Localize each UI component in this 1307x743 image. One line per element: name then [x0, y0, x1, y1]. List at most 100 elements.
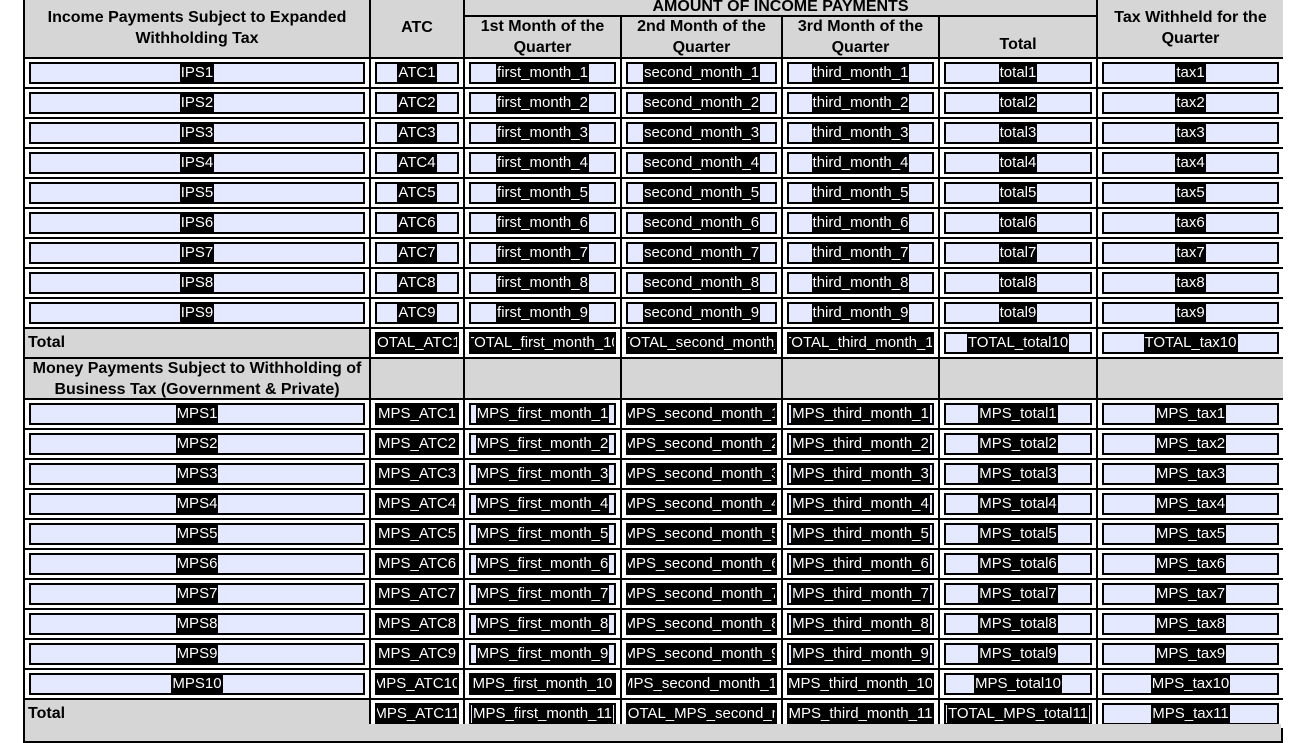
mps-row-4-third-month-field[interactable]: MPS_third_month_4 — [787, 493, 934, 515]
ips-row-6-tax-field[interactable]: tax6 — [1102, 212, 1279, 234]
ips-row-6-total-field[interactable]: total6 — [944, 212, 1092, 234]
ips-total-atc-field[interactable]: TOTAL_ATC1( — [375, 332, 459, 354]
ips-total-first-month-field[interactable]: TOTAL_first_month_10 — [469, 332, 616, 354]
ips-row-6-second-month-field[interactable]: second_month_6 — [626, 212, 777, 234]
mps-total-third-month-field[interactable]: MPS_third_month_11 — [787, 703, 934, 725]
mps-row-3-tax-field[interactable]: MPS_tax3 — [1102, 463, 1279, 485]
mps-row-10-first-month-field[interactable]: MPS_first_month_10 — [469, 673, 616, 695]
mps-row-5-tax-field[interactable]: MPS_tax5 — [1102, 523, 1279, 545]
mps-row-9-total-field[interactable]: MPS_total9 — [944, 643, 1092, 665]
mps-row-10-atc-field[interactable]: MPS_ATC10 — [375, 673, 459, 695]
mps-row-5-second-month-field[interactable]: MPS_second_month_5 — [626, 523, 777, 545]
ips-row-6-third-month-field[interactable]: third_month_6 — [787, 212, 934, 234]
ips-row-1-third-month-field[interactable]: third_month_1 — [787, 62, 934, 84]
mps-row-4-total-field[interactable]: MPS_total4 — [944, 493, 1092, 515]
ips-row-8-ips-field[interactable]: IPS8 — [29, 272, 365, 294]
mps-row-5-third-month-field[interactable]: MPS_third_month_5 — [787, 523, 934, 545]
ips-row-9-second-month-field[interactable]: second_month_9 — [626, 302, 777, 324]
ips-row-9-total-field[interactable]: total9 — [944, 302, 1092, 324]
ips-row-9-first-month-field[interactable]: first_month_9 — [469, 302, 616, 324]
mps-row-9-second-month-field[interactable]: MPS_second_month_9 — [626, 643, 777, 665]
ips-total-total-field[interactable]: TOTAL_total10 — [944, 332, 1092, 354]
ips-row-7-atc-field[interactable]: ATC7 — [375, 242, 459, 264]
mps-row-3-second-month-field[interactable]: MPS_second_month_3 — [626, 463, 777, 485]
ips-row-3-second-month-field[interactable]: second_month_3 — [626, 122, 777, 144]
mps-row-2-atc-field[interactable]: MPS_ATC2 — [375, 433, 459, 455]
mps-row-1-tax-field[interactable]: MPS_tax1 — [1102, 403, 1279, 425]
ips-row-5-atc-field[interactable]: ATC5 — [375, 182, 459, 204]
mps-row-9-atc-field[interactable]: MPS_ATC9 — [375, 643, 459, 665]
mps-total-first-month-field[interactable]: MPS_first_month_11 — [469, 703, 616, 725]
ips-row-3-ips-field[interactable]: IPS3 — [29, 122, 365, 144]
ips-row-3-atc-field[interactable]: ATC3 — [375, 122, 459, 144]
mps-row-6-second-month-field[interactable]: MPS_second_month_6 — [626, 553, 777, 575]
ips-row-3-first-month-field[interactable]: first_month_3 — [469, 122, 616, 144]
mps-row-9-ips-field[interactable]: MPS9 — [29, 643, 365, 665]
ips-row-6-ips-field[interactable]: IPS6 — [29, 212, 365, 234]
ips-row-4-total-field[interactable]: total4 — [944, 152, 1092, 174]
mps-row-4-first-month-field[interactable]: MPS_first_month_4 — [469, 493, 616, 515]
mps-row-1-total-field[interactable]: MPS_total1 — [944, 403, 1092, 425]
ips-row-5-tax-field[interactable]: tax5 — [1102, 182, 1279, 204]
ips-row-4-second-month-field[interactable]: second_month_4 — [626, 152, 777, 174]
ips-row-3-tax-field[interactable]: tax3 — [1102, 122, 1279, 144]
ips-row-3-third-month-field[interactable]: third_month_3 — [787, 122, 934, 144]
ips-row-1-first-month-field[interactable]: first_month_1 — [469, 62, 616, 84]
ips-row-9-third-month-field[interactable]: third_month_9 — [787, 302, 934, 324]
ips-total-tax-field[interactable]: TOTAL_tax10 — [1102, 332, 1279, 354]
mps-row-10-ips-field[interactable]: MPS10 — [29, 673, 365, 695]
mps-row-6-first-month-field[interactable]: MPS_first_month_6 — [469, 553, 616, 575]
mps-row-2-ips-field[interactable]: MPS2 — [29, 433, 365, 455]
ips-row-6-atc-field[interactable]: ATC6 — [375, 212, 459, 234]
ips-row-5-second-month-field[interactable]: second_month_5 — [626, 182, 777, 204]
ips-row-7-total-field[interactable]: total7 — [944, 242, 1092, 264]
ips-row-8-tax-field[interactable]: tax8 — [1102, 272, 1279, 294]
ips-total-second-month-field[interactable]: TOTAL_second_month_ — [626, 332, 777, 354]
ips-row-2-second-month-field[interactable]: second_month_2 — [626, 92, 777, 114]
ips-row-7-ips-field[interactable]: IPS7 — [29, 242, 365, 264]
ips-row-1-second-month-field[interactable]: second_month_1 — [626, 62, 777, 84]
mps-row-5-total-field[interactable]: MPS_total5 — [944, 523, 1092, 545]
ips-row-5-third-month-field[interactable]: third_month_5 — [787, 182, 934, 204]
ips-row-5-ips-field[interactable]: IPS5 — [29, 182, 365, 204]
mps-row-3-first-month-field[interactable]: MPS_first_month_3 — [469, 463, 616, 485]
mps-row-10-third-month-field[interactable]: MPS_third_month_10 — [787, 673, 934, 695]
ips-row-7-second-month-field[interactable]: second_month_7 — [626, 242, 777, 264]
ips-row-1-atc-field[interactable]: ATC1 — [375, 62, 459, 84]
mps-row-2-tax-field[interactable]: MPS_tax2 — [1102, 433, 1279, 455]
mps-row-7-tax-field[interactable]: MPS_tax7 — [1102, 583, 1279, 605]
mps-row-9-third-month-field[interactable]: MPS_third_month_9 — [787, 643, 934, 665]
mps-row-2-second-month-field[interactable]: MPS_second_month_2 — [626, 433, 777, 455]
mps-row-2-total-field[interactable]: MPS_total2 — [944, 433, 1092, 455]
ips-row-8-first-month-field[interactable]: first_month_8 — [469, 272, 616, 294]
mps-row-7-ips-field[interactable]: MPS7 — [29, 583, 365, 605]
ips-row-6-first-month-field[interactable]: first_month_6 — [469, 212, 616, 234]
mps-row-5-first-month-field[interactable]: MPS_first_month_5 — [469, 523, 616, 545]
mps-row-5-atc-field[interactable]: MPS_ATC5 — [375, 523, 459, 545]
mps-row-10-tax-field[interactable]: MPS_tax10 — [1102, 673, 1279, 695]
mps-row-8-third-month-field[interactable]: MPS_third_month_8 — [787, 613, 934, 635]
mps-row-3-total-field[interactable]: MPS_total3 — [944, 463, 1092, 485]
ips-row-7-tax-field[interactable]: tax7 — [1102, 242, 1279, 264]
mps-row-7-atc-field[interactable]: MPS_ATC7 — [375, 583, 459, 605]
mps-row-2-third-month-field[interactable]: MPS_third_month_2 — [787, 433, 934, 455]
mps-row-4-tax-field[interactable]: MPS_tax4 — [1102, 493, 1279, 515]
mps-total-second-month-field[interactable]: TOTAL_MPS_second_m — [626, 703, 777, 725]
mps-row-6-ips-field[interactable]: MPS6 — [29, 553, 365, 575]
mps-row-3-ips-field[interactable]: MPS3 — [29, 463, 365, 485]
ips-row-8-second-month-field[interactable]: second_month_8 — [626, 272, 777, 294]
ips-row-4-first-month-field[interactable]: first_month_4 — [469, 152, 616, 174]
ips-total-third-month-field[interactable]: TOTAL_third_month_1( — [787, 332, 934, 354]
mps-total-atc-field[interactable]: MPS_ATC11 — [375, 703, 459, 725]
ips-row-1-tax-field[interactable]: tax1 — [1102, 62, 1279, 84]
mps-row-4-ips-field[interactable]: MPS4 — [29, 493, 365, 515]
ips-row-9-ips-field[interactable]: IPS9 — [29, 302, 365, 324]
mps-row-5-ips-field[interactable]: MPS5 — [29, 523, 365, 545]
mps-row-1-atc-field[interactable]: MPS_ATC1 — [375, 403, 459, 425]
mps-row-2-first-month-field[interactable]: MPS_first_month_2 — [469, 433, 616, 455]
mps-row-6-total-field[interactable]: MPS_total6 — [944, 553, 1092, 575]
ips-row-5-first-month-field[interactable]: first_month_5 — [469, 182, 616, 204]
ips-row-9-atc-field[interactable]: ATC9 — [375, 302, 459, 324]
mps-row-6-third-month-field[interactable]: MPS_third_month_6 — [787, 553, 934, 575]
ips-row-2-ips-field[interactable]: IPS2 — [29, 92, 365, 114]
